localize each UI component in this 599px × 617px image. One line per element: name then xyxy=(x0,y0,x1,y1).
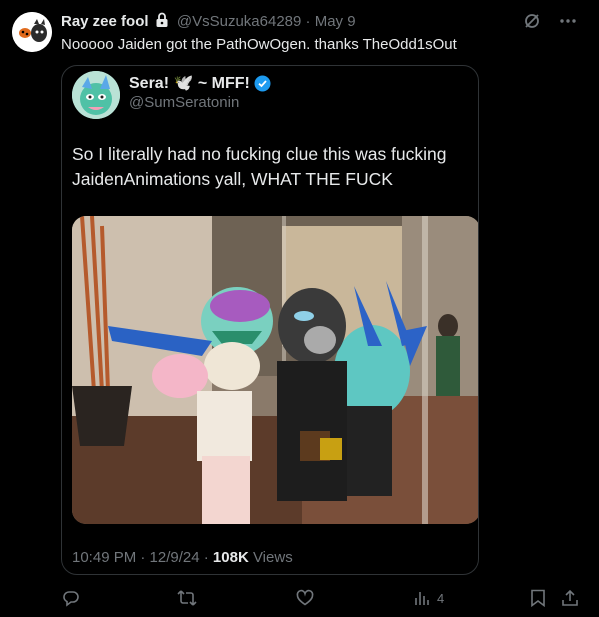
quoted-author-avatar[interactable] xyxy=(72,71,120,119)
post-text: Nooooo Jaiden got the PathOwOgen. thanks… xyxy=(61,36,457,53)
author-name[interactable]: Ray zee fool xyxy=(61,13,149,30)
quoted-author-name-row: Sera! 🕊️ ~ MFF! xyxy=(129,73,271,93)
quoted-post-meta: 10:49 PM · 12/9/24 · 108K Views xyxy=(72,549,293,566)
bookmark-icon xyxy=(530,589,546,607)
analytics-count: 4 xyxy=(437,590,445,606)
quoted-post-timestamp[interactable]: 10:49 PM · 12/9/24 · xyxy=(72,549,213,566)
retweet-button[interactable] xyxy=(177,589,197,607)
author-avatar[interactable] xyxy=(12,12,52,52)
verified-badge-icon xyxy=(254,75,271,92)
like-icon xyxy=(296,589,314,607)
analytics-button[interactable]: 4 xyxy=(413,589,444,607)
quoted-post-card[interactable]: Sera! 🕊️ ~ MFF! @SumSeratonin So I liter… xyxy=(61,65,479,575)
quoted-post-text: So I literally had no fucking clue this … xyxy=(72,144,447,189)
share-button[interactable] xyxy=(561,589,579,607)
share-icon xyxy=(561,589,579,607)
quoted-views-label: Views xyxy=(248,549,293,566)
more-icon[interactable] xyxy=(559,12,577,30)
grok-icon[interactable] xyxy=(523,12,541,30)
post-action-bar: 4 xyxy=(0,589,599,609)
like-button[interactable] xyxy=(296,589,314,607)
quoted-post-photo[interactable] xyxy=(72,216,478,524)
reply-icon xyxy=(62,589,80,607)
reply-button[interactable] xyxy=(62,589,80,607)
quoted-views-count: 108K xyxy=(212,549,249,566)
author-handle[interactable]: @VsSuzuka64289 xyxy=(177,13,301,30)
retweet-icon xyxy=(177,589,197,607)
analytics-icon xyxy=(413,589,431,607)
post-date[interactable]: · May 9 xyxy=(306,13,356,30)
quoted-author-handle[interactable]: @SumSeratonin xyxy=(129,94,239,111)
post-header: Ray zee fool @VsSuzuka64289 · May 9 xyxy=(61,12,356,31)
lock-icon xyxy=(155,12,169,28)
quoted-author-name[interactable]: Sera! 🕊️ ~ MFF! xyxy=(129,73,250,93)
post-top-actions xyxy=(523,12,577,30)
bookmark-button[interactable] xyxy=(530,589,546,607)
